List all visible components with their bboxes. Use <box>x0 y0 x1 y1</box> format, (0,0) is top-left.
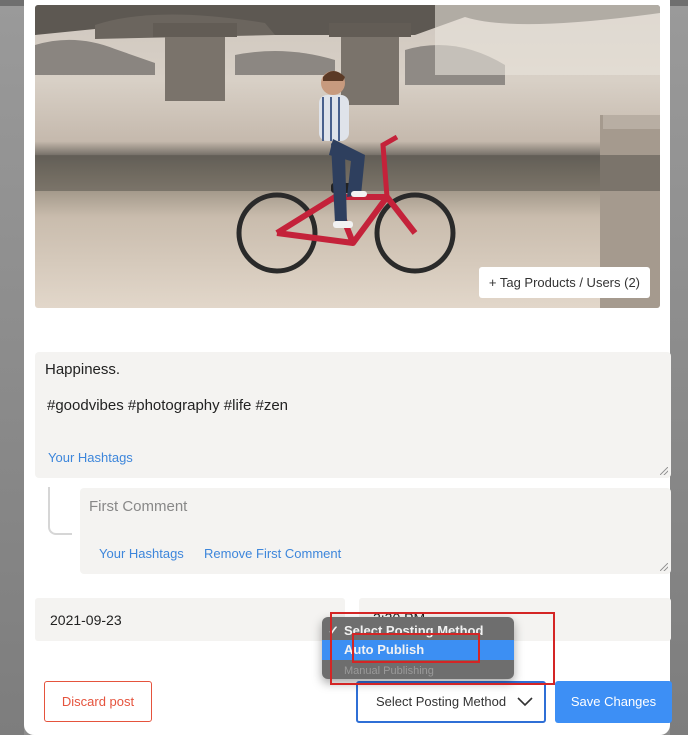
dropdown-option-label: Auto Publish <box>344 642 425 657</box>
caption-resize-handle[interactable] <box>660 467 668 475</box>
first-comment-textarea[interactable]: First Comment Your Hashtags Remove First… <box>80 488 671 574</box>
remove-first-comment-link[interactable]: Remove First Comment <box>204 546 341 561</box>
modal-backdrop-right <box>670 0 688 735</box>
comment-thread-connector <box>48 487 72 535</box>
dropdown-option-manual-publishing[interactable]: Manual Publishing <box>322 661 514 679</box>
save-changes-button[interactable]: Save Changes <box>555 681 672 723</box>
dropdown-option-label: Manual Publishing <box>344 665 434 677</box>
caption-textarea[interactable]: Happiness. #goodvibes #photography #life… <box>35 352 671 478</box>
schedule-date-input[interactable]: 2021-09-23 <box>35 598 345 641</box>
modal-backdrop-left <box>0 0 24 735</box>
checkmark-icon: ✓ <box>328 623 339 638</box>
dropdown-option-auto-publish[interactable]: Auto Publish <box>322 640 514 660</box>
first-comment-placeholder: First Comment <box>89 498 188 515</box>
post-image: + Tag Products / Users (2) <box>35 5 660 308</box>
posting-method-select-label: Select Posting Method <box>376 694 507 709</box>
first-comment-your-hashtags-link[interactable]: Your Hashtags <box>99 546 184 561</box>
tag-products-users-button[interactable]: + Tag Products / Users (2) <box>478 267 650 298</box>
posting-method-dropdown-menu: ✓ Select Posting Method Auto Publish Man… <box>322 617 514 679</box>
dropdown-option-label: Select Posting Method <box>344 623 484 638</box>
first-comment-resize-handle[interactable] <box>660 563 668 571</box>
dropdown-option-select-posting-method[interactable]: ✓ Select Posting Method <box>322 621 514 641</box>
caption-text-line-2: #goodvibes #photography #life #zen <box>47 397 289 414</box>
chevron-down-icon <box>517 697 533 707</box>
post-image-illustration <box>35 5 660 308</box>
caption-text-line-1: Happiness. <box>45 361 121 378</box>
posting-method-select[interactable]: Select Posting Method <box>356 681 546 723</box>
discard-post-button[interactable]: Discard post <box>44 681 152 722</box>
caption-your-hashtags-link[interactable]: Your Hashtags <box>48 450 133 465</box>
